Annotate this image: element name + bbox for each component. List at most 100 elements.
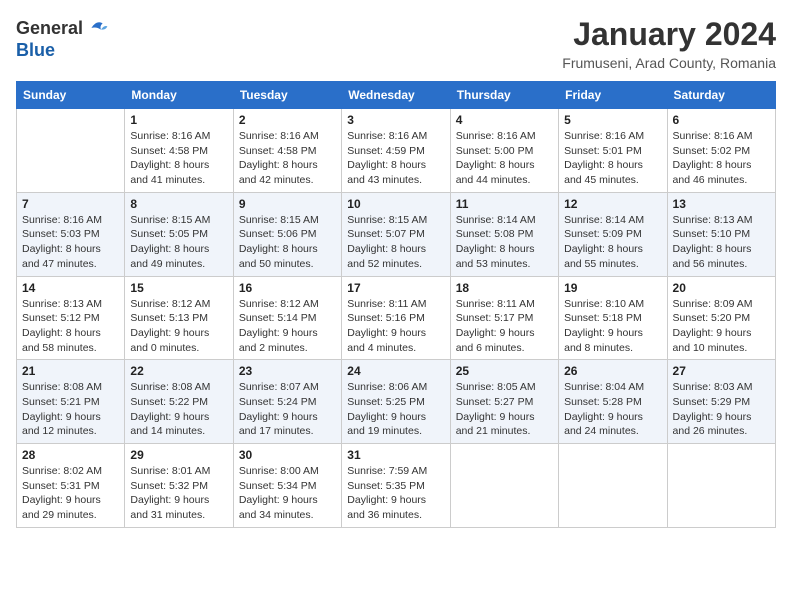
- calendar-cell: [450, 444, 558, 528]
- day-number: 6: [673, 113, 770, 127]
- day-info: Sunrise: 8:08 AMSunset: 5:22 PMDaylight:…: [130, 380, 227, 439]
- calendar-cell: 21 Sunrise: 8:08 AMSunset: 5:21 PMDayligh…: [17, 360, 125, 444]
- day-number: 31: [347, 448, 444, 462]
- day-info: Sunrise: 8:15 AMSunset: 5:07 PMDaylight:…: [347, 213, 444, 272]
- day-info: Sunrise: 8:01 AMSunset: 5:32 PMDaylight:…: [130, 464, 227, 523]
- calendar-cell: 18 Sunrise: 8:11 AMSunset: 5:17 PMDayligh…: [450, 276, 558, 360]
- day-info: Sunrise: 8:03 AMSunset: 5:29 PMDaylight:…: [673, 380, 770, 439]
- day-number: 27: [673, 364, 770, 378]
- day-number: 18: [456, 281, 553, 295]
- day-number: 14: [22, 281, 119, 295]
- day-header-sunday: Sunday: [17, 82, 125, 109]
- title-area: January 2024 Frumuseni, Arad County, Rom…: [562, 16, 776, 71]
- day-number: 9: [239, 197, 336, 211]
- day-number: 21: [22, 364, 119, 378]
- day-info: Sunrise: 8:11 AMSunset: 5:16 PMDaylight:…: [347, 297, 444, 356]
- day-number: 29: [130, 448, 227, 462]
- day-number: 20: [673, 281, 770, 295]
- calendar-cell: 26 Sunrise: 8:04 AMSunset: 5:28 PMDayligh…: [559, 360, 667, 444]
- day-info: Sunrise: 8:06 AMSunset: 5:25 PMDaylight:…: [347, 380, 444, 439]
- calendar-cell: 25 Sunrise: 8:05 AMSunset: 5:27 PMDayligh…: [450, 360, 558, 444]
- day-number: 16: [239, 281, 336, 295]
- calendar-cell: 27 Sunrise: 8:03 AMSunset: 5:29 PMDayligh…: [667, 360, 775, 444]
- logo-bird-icon: [85, 16, 109, 40]
- calendar-cell: 20 Sunrise: 8:09 AMSunset: 5:20 PMDayligh…: [667, 276, 775, 360]
- day-number: 8: [130, 197, 227, 211]
- day-number: 5: [564, 113, 661, 127]
- calendar-cell: 1Sunrise: 8:16 AMSunset: 4:58 PMDaylight…: [125, 109, 233, 193]
- day-info: Sunrise: 8:15 AMSunset: 5:05 PMDaylight:…: [130, 213, 227, 272]
- calendar-cell: [667, 444, 775, 528]
- day-number: 23: [239, 364, 336, 378]
- calendar-cell: 2Sunrise: 8:16 AMSunset: 4:58 PMDaylight…: [233, 109, 341, 193]
- day-info: Sunrise: 8:13 AMSunset: 5:10 PMDaylight:…: [673, 213, 770, 272]
- day-info: Sunrise: 8:07 AMSunset: 5:24 PMDaylight:…: [239, 380, 336, 439]
- calendar-cell: 31 Sunrise: 7:59 AMSunset: 5:35 PMDayligh…: [342, 444, 450, 528]
- calendar-subtitle: Frumuseni, Arad County, Romania: [562, 55, 776, 71]
- calendar-cell: 28 Sunrise: 8:02 AMSunset: 5:31 PMDayligh…: [17, 444, 125, 528]
- header-row: SundayMondayTuesdayWednesdayThursdayFrid…: [17, 82, 776, 109]
- day-number: 30: [239, 448, 336, 462]
- calendar-cell: 24Sunrise: 8:06 AMSunset: 5:25 PMDayligh…: [342, 360, 450, 444]
- day-header-wednesday: Wednesday: [342, 82, 450, 109]
- day-info: Sunrise: 8:08 AMSunset: 5:21 PMDaylight:…: [22, 380, 119, 439]
- day-number: 28: [22, 448, 119, 462]
- calendar-cell: 3Sunrise: 8:16 AMSunset: 4:59 PMDaylight…: [342, 109, 450, 193]
- day-number: 12: [564, 197, 661, 211]
- day-info: Sunrise: 8:09 AMSunset: 5:20 PMDaylight:…: [673, 297, 770, 356]
- calendar-cell: 14Sunrise: 8:13 AMSunset: 5:12 PMDayligh…: [17, 276, 125, 360]
- day-header-monday: Monday: [125, 82, 233, 109]
- calendar-cell: 9 Sunrise: 8:15 AMSunset: 5:06 PMDaylight…: [233, 192, 341, 276]
- day-number: 17: [347, 281, 444, 295]
- calendar-cell: 22Sunrise: 8:08 AMSunset: 5:22 PMDayligh…: [125, 360, 233, 444]
- day-header-friday: Friday: [559, 82, 667, 109]
- week-row: 7 Sunrise: 8:16 AMSunset: 5:03 PMDaylight…: [17, 192, 776, 276]
- day-info: Sunrise: 8:04 AMSunset: 5:28 PMDaylight:…: [564, 380, 661, 439]
- day-info: Sunrise: 8:14 AMSunset: 5:09 PMDaylight:…: [564, 213, 661, 272]
- day-info: Sunrise: 8:11 AMSunset: 5:17 PMDaylight:…: [456, 297, 553, 356]
- header: General Blue January 2024 Frumuseni, Ara…: [16, 16, 776, 71]
- calendar-cell: 13 Sunrise: 8:13 AMSunset: 5:10 PMDayligh…: [667, 192, 775, 276]
- day-info: Sunrise: 8:16 AMSunset: 5:02 PMDaylight:…: [673, 129, 770, 188]
- day-info: Sunrise: 8:12 AMSunset: 5:14 PMDaylight:…: [239, 297, 336, 356]
- day-header-thursday: Thursday: [450, 82, 558, 109]
- day-info: Sunrise: 8:16 AMSunset: 4:58 PMDaylight:…: [130, 129, 227, 188]
- day-number: 10: [347, 197, 444, 211]
- calendar-cell: 12 Sunrise: 8:14 AMSunset: 5:09 PMDayligh…: [559, 192, 667, 276]
- day-number: 2: [239, 113, 336, 127]
- day-info: Sunrise: 8:15 AMSunset: 5:06 PMDaylight:…: [239, 213, 336, 272]
- day-info: Sunrise: 8:16 AMSunset: 5:00 PMDaylight:…: [456, 129, 553, 188]
- logo: General Blue: [16, 16, 109, 61]
- day-number: 3: [347, 113, 444, 127]
- day-number: 11: [456, 197, 553, 211]
- calendar-cell: 29 Sunrise: 8:01 AMSunset: 5:32 PMDayligh…: [125, 444, 233, 528]
- day-info: Sunrise: 7:59 AMSunset: 5:35 PMDaylight:…: [347, 464, 444, 523]
- day-number: 25: [456, 364, 553, 378]
- week-row: 14Sunrise: 8:13 AMSunset: 5:12 PMDayligh…: [17, 276, 776, 360]
- calendar-cell: 11Sunrise: 8:14 AMSunset: 5:08 PMDayligh…: [450, 192, 558, 276]
- calendar-cell: 15 Sunrise: 8:12 AMSunset: 5:13 PMDayligh…: [125, 276, 233, 360]
- week-row: 28 Sunrise: 8:02 AMSunset: 5:31 PMDayligh…: [17, 444, 776, 528]
- day-number: 19: [564, 281, 661, 295]
- day-info: Sunrise: 8:05 AMSunset: 5:27 PMDaylight:…: [456, 380, 553, 439]
- calendar-cell: 4 Sunrise: 8:16 AMSunset: 5:00 PMDaylight…: [450, 109, 558, 193]
- day-number: 15: [130, 281, 227, 295]
- calendar-cell: 23 Sunrise: 8:07 AMSunset: 5:24 PMDayligh…: [233, 360, 341, 444]
- day-number: 26: [564, 364, 661, 378]
- day-number: 7: [22, 197, 119, 211]
- calendar-cell: 10 Sunrise: 8:15 AMSunset: 5:07 PMDayligh…: [342, 192, 450, 276]
- day-number: 13: [673, 197, 770, 211]
- calendar-cell: [17, 109, 125, 193]
- day-number: 4: [456, 113, 553, 127]
- day-info: Sunrise: 8:12 AMSunset: 5:13 PMDaylight:…: [130, 297, 227, 356]
- calendar-cell: 19Sunrise: 8:10 AMSunset: 5:18 PMDayligh…: [559, 276, 667, 360]
- day-info: Sunrise: 8:16 AMSunset: 5:03 PMDaylight:…: [22, 213, 119, 272]
- calendar-cell: 7 Sunrise: 8:16 AMSunset: 5:03 PMDaylight…: [17, 192, 125, 276]
- week-row: 1Sunrise: 8:16 AMSunset: 4:58 PMDaylight…: [17, 109, 776, 193]
- day-info: Sunrise: 8:02 AMSunset: 5:31 PMDaylight:…: [22, 464, 119, 523]
- day-info: Sunrise: 8:16 AMSunset: 5:01 PMDaylight:…: [564, 129, 661, 188]
- logo-general: General: [16, 18, 83, 39]
- calendar-cell: 6 Sunrise: 8:16 AMSunset: 5:02 PMDaylight…: [667, 109, 775, 193]
- calendar-cell: 17 Sunrise: 8:11 AMSunset: 5:16 PMDayligh…: [342, 276, 450, 360]
- calendar-cell: 30Sunrise: 8:00 AMSunset: 5:34 PMDayligh…: [233, 444, 341, 528]
